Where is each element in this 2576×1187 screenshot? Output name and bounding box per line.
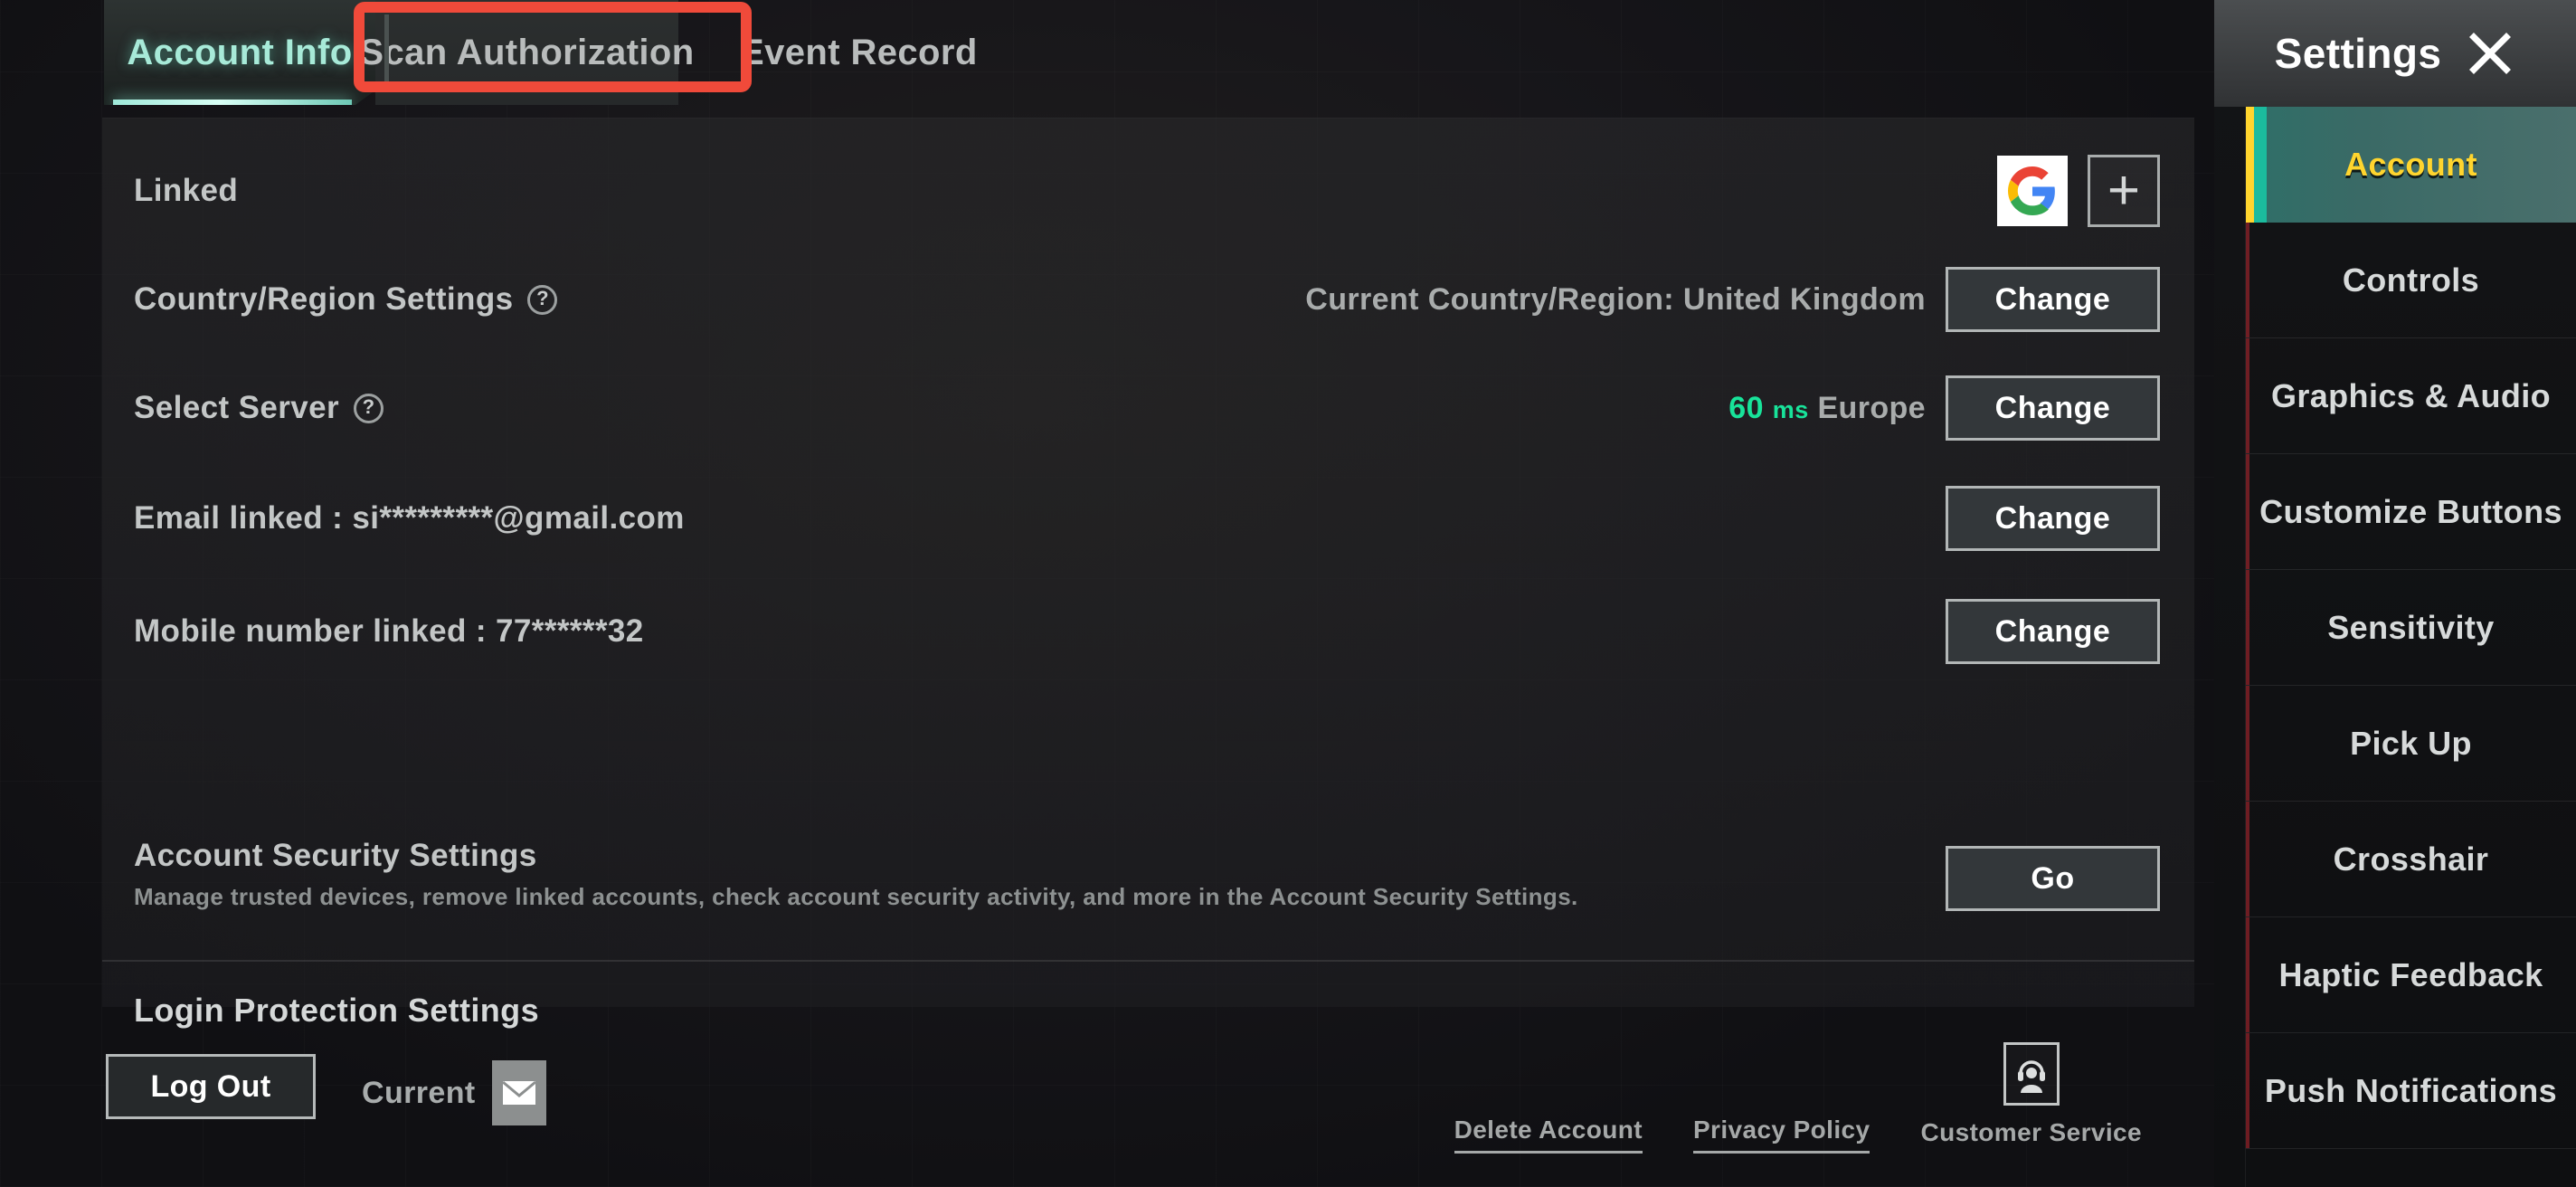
sidebar-header: Settings: [2214, 0, 2576, 107]
select-server-actions: 60 ms Europe Change: [1728, 375, 2160, 441]
close-icon[interactable]: [2465, 28, 2515, 79]
customer-service-button[interactable]: Customer Service: [1920, 1042, 2142, 1154]
country-region-label: Country/Region Settings ?: [134, 281, 558, 318]
sidebar-item-pick-up[interactable]: Pick Up: [2246, 686, 2576, 802]
settings-title: Settings: [2274, 30, 2442, 77]
google-icon[interactable]: [1997, 156, 2068, 226]
question-mark-icon[interactable]: ?: [527, 284, 558, 315]
sidebar-item-crosshair[interactable]: Crosshair: [2246, 802, 2576, 917]
server-name: Europe: [1817, 390, 1926, 425]
country-region-label-text: Country/Region Settings: [134, 281, 514, 317]
sidebar-item-controls[interactable]: Controls: [2246, 223, 2576, 338]
account-info-panel: Linked + Country/Region Settings ? Curre…: [102, 118, 2194, 1029]
country-region-actions: Current Country/Region: United Kingdom C…: [1305, 267, 2160, 332]
plus-icon: +: [2107, 159, 2141, 222]
tab-account-info[interactable]: Account Info: [104, 0, 375, 105]
select-server-label: Select Server ?: [134, 390, 384, 426]
sidebar-item-graphics-audio[interactable]: Graphics & Audio: [2246, 338, 2576, 454]
customer-service-label: Customer Service: [1920, 1118, 2142, 1146]
settings-sidebar: Settings Account Controls Graphics & Aud…: [2214, 0, 2576, 1187]
sidebar-item-customize-buttons[interactable]: Customize Buttons: [2246, 454, 2576, 570]
sidebar-item-haptic-feedback[interactable]: Haptic Feedback: [2246, 917, 2576, 1033]
row-mobile-linked: Mobile number linked : 77******32 Change: [102, 582, 2194, 681]
sidebar-item-account[interactable]: Account: [2246, 107, 2576, 223]
footer-links: Delete Account Privacy Policy Customer S…: [1454, 1042, 2142, 1154]
change-mobile-button[interactable]: Change: [1946, 599, 2160, 664]
ping-value: 60: [1728, 390, 1764, 425]
section-divider: [102, 960, 2194, 962]
row-account-security: Go: [102, 833, 2194, 924]
row-select-server: Select Server ? 60 ms Europe Change: [102, 358, 2194, 458]
country-region-value: Current Country/Region: United Kingdom: [1305, 281, 1926, 317]
question-mark-icon[interactable]: ?: [354, 393, 384, 423]
log-out-button[interactable]: Log Out: [106, 1054, 316, 1119]
mobile-linked-label: Mobile number linked : 77******32: [134, 613, 644, 650]
row-country-region: Country/Region Settings ? Current Countr…: [102, 250, 2194, 349]
mobile-linked-label-text: Mobile number linked : 77******32: [134, 613, 644, 649]
linked-label: Linked: [134, 173, 238, 209]
sidebar-item-list: Account Controls Graphics & Audio Custom…: [2245, 107, 2576, 1187]
sidebar-item-push-notifications[interactable]: Push Notifications: [2246, 1033, 2576, 1149]
linked-label-text: Linked: [134, 173, 239, 208]
row-email-linked: Email linked : si*********@gmail.com Cha…: [102, 469, 2194, 568]
tab-event-record[interactable]: Event Record: [698, 0, 1019, 105]
account-security-actions: Go: [1946, 846, 2160, 911]
tab-bar: Account Info Scan Authorization Event Re…: [0, 0, 2214, 107]
email-linked-actions: Change: [1946, 486, 2160, 551]
change-country-region-button[interactable]: Change: [1946, 267, 2160, 332]
tab-scan-authorization[interactable]: Scan Authorization: [359, 0, 694, 105]
current-label: Current: [362, 1075, 476, 1110]
envelope-icon[interactable]: [491, 1060, 546, 1125]
add-account-button[interactable]: +: [2088, 155, 2160, 227]
change-email-button[interactable]: Change: [1946, 486, 2160, 551]
settings-screen: Account Info Scan Authorization Event Re…: [0, 0, 2576, 1187]
ping-unit: ms: [1772, 395, 1809, 423]
select-server-label-text: Select Server: [134, 390, 340, 425]
mobile-linked-actions: Change: [1946, 599, 2160, 664]
change-server-button[interactable]: Change: [1946, 375, 2160, 441]
email-linked-label-text: Email linked : si*********@gmail.com: [134, 500, 685, 536]
current-account-indicator: Current: [362, 1060, 546, 1125]
email-linked-label: Email linked : si*********@gmail.com: [134, 500, 685, 537]
headset-support-icon: [2003, 1042, 2060, 1106]
row-linked: Linked +: [102, 137, 2194, 245]
privacy-policy-link[interactable]: Privacy Policy: [1692, 1116, 1870, 1154]
linked-actions: +: [1997, 155, 2160, 227]
server-status: 60 ms Europe: [1728, 391, 1926, 426]
footer-bar: Log Out Current Delete Account Privacy P…: [0, 1022, 2214, 1187]
go-account-security-button[interactable]: Go: [1946, 846, 2160, 911]
sidebar-item-sensitivity[interactable]: Sensitivity: [2246, 570, 2576, 686]
delete-account-link[interactable]: Delete Account: [1454, 1116, 1643, 1154]
